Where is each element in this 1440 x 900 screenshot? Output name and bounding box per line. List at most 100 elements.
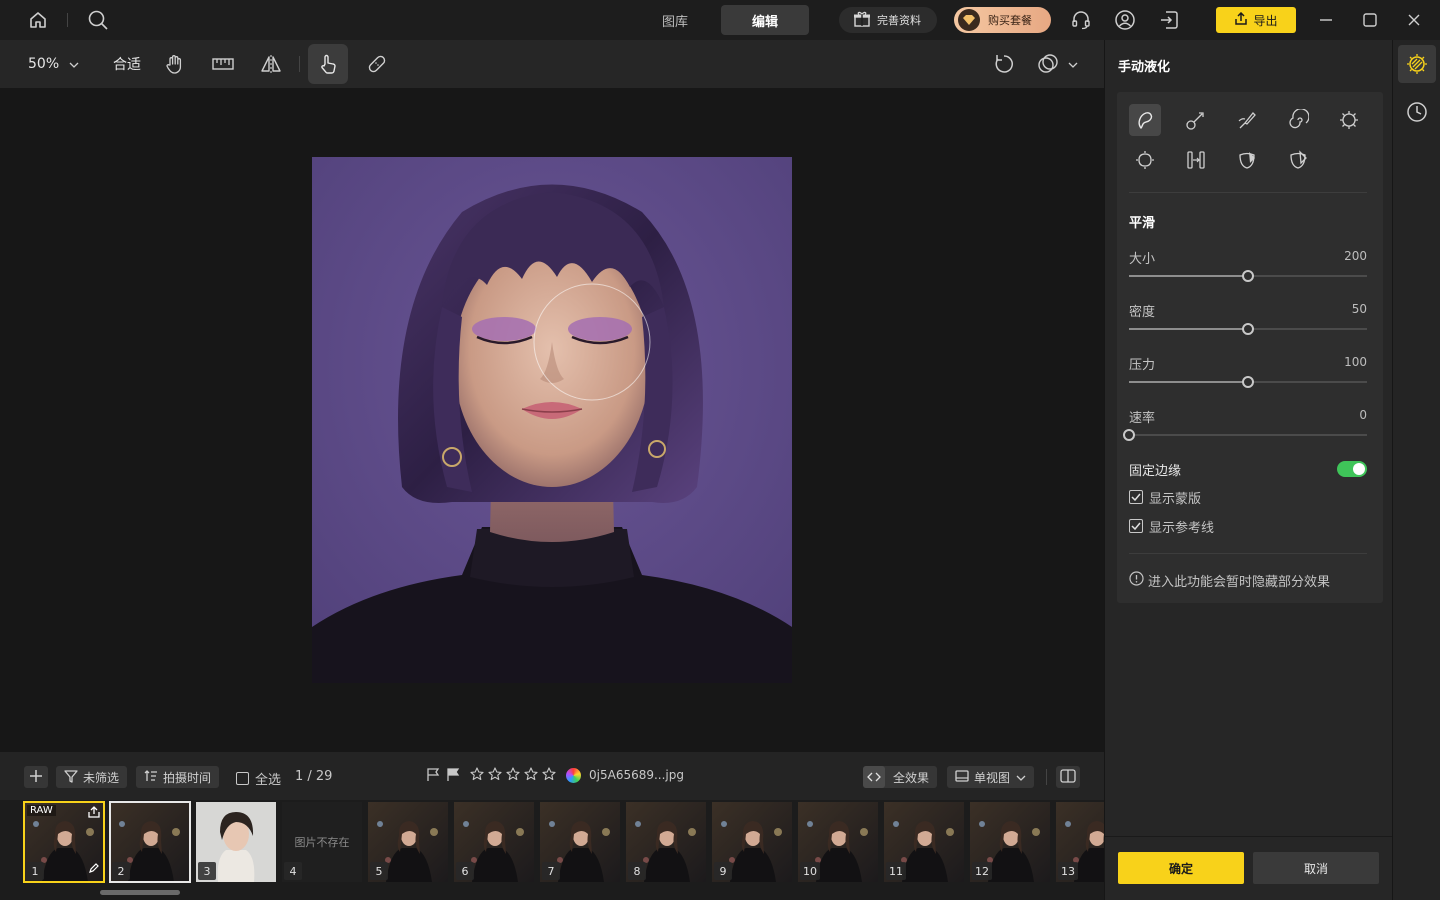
divider — [1046, 769, 1047, 785]
slider-track[interactable] — [1129, 376, 1367, 388]
slider-track[interactable] — [1129, 270, 1367, 282]
image-canvas[interactable] — [0, 88, 1104, 752]
retouch-mode-icon[interactable] — [1398, 45, 1436, 83]
tab-library[interactable]: 图库 — [631, 5, 719, 35]
chevron-down-icon — [1016, 770, 1026, 784]
film-thumbnail[interactable]: 13 — [1056, 802, 1104, 882]
film-thumbnail[interactable]: 8 — [626, 802, 706, 882]
complete-profile-label: 完善资料 — [877, 14, 921, 27]
slider-track[interactable] — [1129, 323, 1367, 335]
film-thumbnail[interactable]: 11 — [884, 802, 964, 882]
add-button[interactable] — [24, 766, 48, 788]
search-icon[interactable] — [86, 8, 110, 32]
complete-profile-button[interactable]: 完善资料 — [839, 7, 937, 33]
flip-icon[interactable] — [254, 44, 288, 84]
right-sidebar — [1392, 40, 1440, 900]
export-button[interactable]: 导出 — [1216, 7, 1296, 33]
star-icon[interactable] — [524, 767, 538, 785]
view-mode-select[interactable]: 单视图 — [947, 766, 1035, 788]
divider — [67, 13, 68, 27]
film-thumbnail[interactable]: 7 — [540, 802, 620, 882]
filmstrip[interactable]: RAW 1 2 3 图片不存在 4 5 6 7 8 9 10 11 12 13 — [0, 800, 1104, 900]
tab-edit[interactable]: 编辑 — [721, 5, 809, 35]
film-thumbnail[interactable]: 6 — [454, 802, 534, 882]
user-icon[interactable] — [1113, 8, 1137, 32]
home-icon[interactable] — [26, 8, 50, 32]
view-mode-label: 单视图 — [974, 770, 1011, 785]
divider — [1129, 192, 1367, 193]
shift-tool-icon[interactable] — [1180, 144, 1212, 176]
twirl-tool-icon[interactable] — [1282, 104, 1314, 136]
flag-reject-icon[interactable] — [446, 768, 460, 786]
star-icon[interactable] — [470, 767, 484, 785]
star-icon[interactable] — [488, 767, 502, 785]
filter-button[interactable]: 未筛选 — [56, 766, 128, 788]
slider-label: 密度 — [1129, 305, 1156, 320]
history-icon[interactable] — [1398, 93, 1436, 131]
reconstruct-tool-icon[interactable] — [1231, 104, 1263, 136]
smooth-tool-icon[interactable] — [1129, 104, 1161, 136]
film-thumbnail[interactable]: RAW 1 — [23, 801, 105, 883]
film-thumbnail[interactable]: 10 — [798, 802, 878, 882]
gift-icon — [853, 11, 871, 30]
compare-icon[interactable] — [1034, 44, 1086, 84]
bloat-tool-icon[interactable] — [1129, 144, 1161, 176]
cancel-button[interactable]: 取消 — [1253, 852, 1379, 884]
slider-handle[interactable] — [1242, 376, 1254, 388]
sort-button[interactable]: 拍摄时间 — [136, 766, 220, 788]
touch-icon[interactable] — [308, 44, 348, 84]
fixed-edges-toggle[interactable] — [1337, 461, 1367, 477]
show-guides-checkbox[interactable]: 显示参考线 — [1129, 517, 1214, 536]
headset-icon[interactable] — [1069, 8, 1093, 32]
color-label-icon[interactable] — [566, 768, 581, 783]
close-icon[interactable] — [1402, 8, 1426, 32]
edited-photo[interactable] — [312, 157, 792, 683]
filename-label: 0j5A65689...jpg — [589, 768, 684, 782]
slider-fill — [1129, 381, 1248, 383]
ruler-icon[interactable] — [206, 44, 240, 84]
confirm-button[interactable]: 确定 — [1118, 852, 1244, 884]
film-thumbnail[interactable]: 5 — [368, 802, 448, 882]
slider-handle[interactable] — [1242, 323, 1254, 335]
thumbnail-number: 4 — [284, 862, 302, 880]
info-note: 进入此功能会暂时隐藏部分效果 — [1129, 570, 1330, 590]
bandage-icon[interactable] — [360, 44, 394, 84]
buy-plan-label: 购买套餐 — [988, 14, 1032, 27]
film-thumbnail[interactable]: 9 — [712, 802, 792, 882]
all-effects-button[interactable]: 全效果 — [863, 766, 938, 788]
maximize-icon[interactable] — [1358, 8, 1382, 32]
rating-stars[interactable] — [470, 767, 560, 785]
thaw-mask-icon[interactable] — [1282, 144, 1314, 176]
rotate-icon[interactable] — [988, 44, 1020, 84]
film-thumbnail[interactable]: 图片不存在 4 — [282, 802, 362, 882]
star-icon[interactable] — [542, 767, 556, 785]
freeze-mask-icon[interactable] — [1231, 144, 1263, 176]
buy-plan-button[interactable]: 购买套餐 — [954, 7, 1051, 33]
film-thumbnail[interactable]: 12 — [970, 802, 1050, 882]
fit-button[interactable]: 合适 — [106, 44, 148, 84]
panel-footer: 确定 取消 — [1105, 836, 1393, 900]
push-tool-icon[interactable] — [1180, 104, 1212, 136]
filmstrip-scrollbar[interactable] — [100, 890, 180, 895]
slider-track[interactable] — [1123, 429, 1367, 441]
star-icon[interactable] — [506, 767, 520, 785]
select-all-checkbox[interactable]: 全选 — [236, 769, 281, 788]
slider-handle[interactable] — [1242, 270, 1254, 282]
all-effects-label: 全效果 — [893, 770, 930, 785]
hand-icon[interactable] — [158, 44, 192, 84]
slider-handle[interactable] — [1123, 429, 1135, 441]
zoom-select[interactable]: 50% — [18, 44, 88, 84]
liquify-panel: 手动液化 平滑 大小 200 密度 50 压力 100 速率 0 固定边缘 显示… — [1104, 40, 1393, 900]
film-thumbnail[interactable]: 3 — [196, 802, 276, 882]
film-thumbnail[interactable]: 2 — [109, 801, 191, 883]
show-mask-checkbox[interactable]: 显示蒙版 — [1129, 488, 1201, 507]
code-icon — [863, 766, 885, 788]
logout-icon[interactable] — [1157, 8, 1181, 32]
upload-icon[interactable] — [88, 806, 100, 822]
split-view-button[interactable] — [1056, 766, 1080, 788]
chevron-down-icon — [69, 56, 79, 72]
pucker-tool-icon[interactable] — [1333, 104, 1365, 136]
flag-pick-icon[interactable] — [426, 768, 440, 786]
minimize-icon[interactable] — [1314, 8, 1338, 32]
thumbnail-number: 11 — [886, 862, 906, 880]
